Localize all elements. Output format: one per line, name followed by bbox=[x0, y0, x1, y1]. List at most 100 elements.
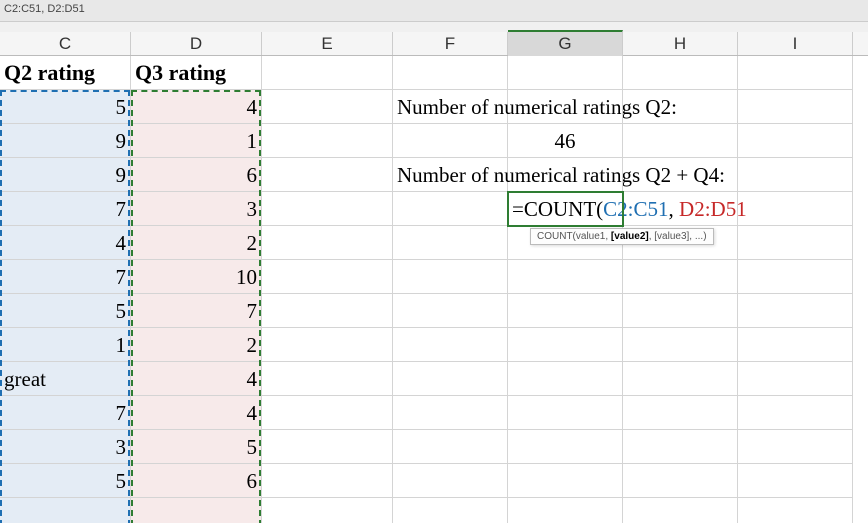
cell-D11[interactable]: 4 bbox=[131, 396, 262, 430]
cell-F8[interactable] bbox=[393, 294, 508, 328]
cell-C12[interactable]: 3 bbox=[0, 430, 131, 464]
cell-I5[interactable] bbox=[738, 192, 853, 226]
cell-C4[interactable]: 9 bbox=[0, 158, 131, 192]
cell-I10[interactable] bbox=[738, 362, 853, 396]
cell-G8[interactable] bbox=[508, 294, 623, 328]
cell-D7[interactable]: 10 bbox=[131, 260, 262, 294]
cell-E12[interactable] bbox=[262, 430, 393, 464]
cell-I11[interactable] bbox=[738, 396, 853, 430]
cell-G7[interactable] bbox=[508, 260, 623, 294]
cell-E7[interactable] bbox=[262, 260, 393, 294]
cell-E9[interactable] bbox=[262, 328, 393, 362]
cell-E11[interactable] bbox=[262, 396, 393, 430]
cell-C9[interactable]: 1 bbox=[0, 328, 131, 362]
cell-F3[interactable] bbox=[393, 124, 508, 158]
cell-G5-formula[interactable]: =COUNT(C2:C51, D2:D51 bbox=[508, 192, 623, 226]
cell-I12[interactable] bbox=[738, 430, 853, 464]
cell-G13[interactable] bbox=[508, 464, 623, 498]
cell-G4[interactable] bbox=[508, 158, 623, 192]
cell-I7[interactable] bbox=[738, 260, 853, 294]
cell-G1[interactable] bbox=[508, 56, 623, 90]
col-header-I[interactable]: I bbox=[738, 32, 853, 55]
cell-F9[interactable] bbox=[393, 328, 508, 362]
cell-D5[interactable]: 3 bbox=[131, 192, 262, 226]
cell-H3[interactable] bbox=[623, 124, 738, 158]
cell-E6[interactable] bbox=[262, 226, 393, 260]
cell-G10[interactable] bbox=[508, 362, 623, 396]
cell-D2[interactable]: 4 bbox=[131, 90, 262, 124]
cell-C2[interactable]: 5 bbox=[0, 90, 131, 124]
cell-I1[interactable] bbox=[738, 56, 853, 90]
col-header-D[interactable]: D bbox=[131, 32, 262, 55]
cell-D9[interactable]: 2 bbox=[131, 328, 262, 362]
cell-F14[interactable] bbox=[393, 498, 508, 523]
cell-E5[interactable] bbox=[262, 192, 393, 226]
cell-H7[interactable] bbox=[623, 260, 738, 294]
col-header-G[interactable]: G bbox=[508, 30, 623, 56]
cell-H12[interactable] bbox=[623, 430, 738, 464]
cell-I14[interactable] bbox=[738, 498, 853, 523]
cell-C8[interactable]: 5 bbox=[0, 294, 131, 328]
cell-D4[interactable]: 6 bbox=[131, 158, 262, 192]
cell-C3[interactable]: 9 bbox=[0, 124, 131, 158]
col-header-E[interactable]: E bbox=[262, 32, 393, 55]
cell-H4[interactable] bbox=[623, 158, 738, 192]
cell-C14[interactable] bbox=[0, 498, 131, 523]
col-header-H[interactable]: H bbox=[623, 32, 738, 55]
cell-F2[interactable]: Number of numerical ratings Q2: bbox=[393, 90, 508, 124]
cell-H11[interactable] bbox=[623, 396, 738, 430]
cell-I9[interactable] bbox=[738, 328, 853, 362]
cell-E14[interactable] bbox=[262, 498, 393, 523]
cell-H10[interactable] bbox=[623, 362, 738, 396]
cell-I2[interactable] bbox=[738, 90, 853, 124]
cell-G12[interactable] bbox=[508, 430, 623, 464]
cell-I4[interactable] bbox=[738, 158, 853, 192]
cell-E2[interactable] bbox=[262, 90, 393, 124]
cell-D14[interactable] bbox=[131, 498, 262, 523]
cell-I6[interactable] bbox=[738, 226, 853, 260]
cell-C5[interactable]: 7 bbox=[0, 192, 131, 226]
cell-H9[interactable] bbox=[623, 328, 738, 362]
cell-F5[interactable] bbox=[393, 192, 508, 226]
cell-I8[interactable] bbox=[738, 294, 853, 328]
cell-H14[interactable] bbox=[623, 498, 738, 523]
cell-C11[interactable]: 7 bbox=[0, 396, 131, 430]
cell-F11[interactable] bbox=[393, 396, 508, 430]
cell-G9[interactable] bbox=[508, 328, 623, 362]
cell-F10[interactable] bbox=[393, 362, 508, 396]
cell-E10[interactable] bbox=[262, 362, 393, 396]
cell-H2[interactable] bbox=[623, 90, 738, 124]
col-header-C[interactable]: C bbox=[0, 32, 131, 55]
cell-F7[interactable] bbox=[393, 260, 508, 294]
cell-H1[interactable] bbox=[623, 56, 738, 90]
cell-D1[interactable]: Q3 rating bbox=[131, 56, 262, 90]
cell-F1[interactable] bbox=[393, 56, 508, 90]
cell-F4[interactable]: Number of numerical ratings Q2 + Q4: bbox=[393, 158, 508, 192]
cell-E3[interactable] bbox=[262, 124, 393, 158]
cell-E4[interactable] bbox=[262, 158, 393, 192]
spreadsheet-grid[interactable]: C D E F G H I Q2 rating Q3 rating 5 4 Nu… bbox=[0, 32, 868, 523]
cell-C13[interactable]: 5 bbox=[0, 464, 131, 498]
cell-D3[interactable]: 1 bbox=[131, 124, 262, 158]
cell-C7[interactable]: 7 bbox=[0, 260, 131, 294]
cell-E1[interactable] bbox=[262, 56, 393, 90]
cell-G11[interactable] bbox=[508, 396, 623, 430]
cell-C6[interactable]: 4 bbox=[0, 226, 131, 260]
cell-F13[interactable] bbox=[393, 464, 508, 498]
cell-C10[interactable]: great bbox=[0, 362, 131, 396]
cell-D12[interactable]: 5 bbox=[131, 430, 262, 464]
name-box[interactable]: C2:C51, D2:D51 bbox=[0, 0, 868, 22]
cell-G2[interactable] bbox=[508, 90, 623, 124]
cell-E8[interactable] bbox=[262, 294, 393, 328]
cell-F6[interactable] bbox=[393, 226, 508, 260]
cell-I3[interactable] bbox=[738, 124, 853, 158]
cell-D6[interactable]: 2 bbox=[131, 226, 262, 260]
cell-H13[interactable] bbox=[623, 464, 738, 498]
col-header-F[interactable]: F bbox=[393, 32, 508, 55]
cell-I13[interactable] bbox=[738, 464, 853, 498]
cell-D10[interactable]: 4 bbox=[131, 362, 262, 396]
cell-G14[interactable] bbox=[508, 498, 623, 523]
cell-H8[interactable] bbox=[623, 294, 738, 328]
cell-D13[interactable]: 6 bbox=[131, 464, 262, 498]
cell-D8[interactable]: 7 bbox=[131, 294, 262, 328]
